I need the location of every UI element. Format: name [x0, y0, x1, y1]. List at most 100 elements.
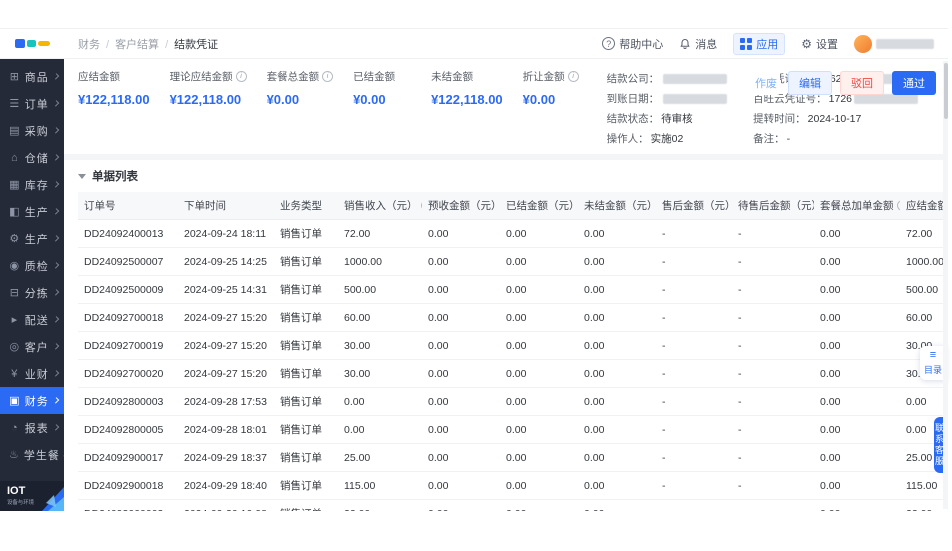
summary-card-label: 套餐总金额	[267, 69, 320, 84]
column-label: 下单时间	[184, 198, 226, 213]
document-list-header[interactable]: 单据列表	[78, 168, 934, 184]
sidebar-item[interactable]: ▦ 库存	[0, 171, 64, 198]
sidebar-item-label: 采购	[25, 123, 49, 139]
sidebar-item[interactable]: ◔ 报表	[0, 414, 64, 441]
sidebar-item[interactable]: ¥ 业财	[0, 360, 64, 387]
table-row[interactable]: DD24092700018 2024-09-27 15:20 销售订单 60.0…	[78, 304, 948, 332]
approve-button[interactable]: 通过	[892, 71, 936, 95]
cell-order-no[interactable]: DD24092900017	[78, 444, 178, 472]
cell-aftersale: -	[656, 220, 732, 248]
breadcrumb-voucher: 结款凭证	[159, 36, 218, 52]
cell-order-no[interactable]: DD24092900018	[78, 472, 178, 500]
messages-button[interactable]: 消息	[679, 36, 717, 52]
detail-row: 到账日期：	[607, 91, 728, 106]
column-label: 应结金额	[906, 198, 948, 213]
cell-order-no[interactable]: DD24093000003	[78, 500, 178, 512]
sidebar-item-icon: ⚙	[9, 232, 20, 245]
chevron-right-icon	[53, 127, 60, 134]
info-icon[interactable]	[568, 71, 579, 82]
sidebar-item[interactable]: ▣ 财务	[0, 387, 64, 414]
edit-button[interactable]: 编辑	[788, 71, 832, 95]
breadcrumb-finance[interactable]: 财务	[78, 36, 100, 52]
reject-button[interactable]: 驳回	[840, 71, 884, 95]
sidebar-item[interactable]: ⌂ 仓储	[0, 144, 64, 171]
sidebar-item[interactable]: ☰ 订单	[0, 90, 64, 117]
table-row[interactable]: DD24092400013 2024-09-24 18:11 销售订单 72.0…	[78, 220, 948, 248]
sidebar-item[interactable]: ▤ 采购	[0, 117, 64, 144]
vertical-scrollbar[interactable]	[943, 61, 948, 509]
table-row[interactable]: DD24092700020 2024-09-27 15:20 销售订单 30.0…	[78, 360, 948, 388]
sidebar-item[interactable]: ◎ 客户	[0, 333, 64, 360]
sidebar-item[interactable]: ⊞ 商品	[0, 63, 64, 90]
info-icon[interactable]	[322, 71, 333, 82]
cell-order-no[interactable]: DD24092400013	[78, 220, 178, 248]
cell-order-no[interactable]: DD24092500009	[78, 276, 178, 304]
messages-label: 消息	[695, 36, 717, 52]
logo-block-teal	[27, 40, 36, 47]
iot-logo-graphic	[34, 481, 64, 511]
cell-business-type: 销售订单	[274, 276, 338, 304]
table-row[interactable]: DD24092900018 2024-09-29 18:40 销售订单 115.…	[78, 472, 948, 500]
sidebar-item[interactable]: ◧ 生产	[0, 198, 64, 225]
table-row[interactable]: DD24092500007 2024-09-25 14:25 销售订单 1000…	[78, 248, 948, 276]
sidebar-item-label: 分拣	[25, 285, 49, 301]
cell-prepaid: 0.00	[422, 360, 500, 388]
table-column-header: 售后金额（元）	[656, 192, 732, 220]
sidebar-item-icon: ◧	[9, 205, 20, 218]
cell-sales-income: 1000.00	[338, 248, 422, 276]
cell-sales-income: 72.00	[338, 220, 422, 248]
table-row[interactable]: DD24092500009 2024-09-25 14:31 销售订单 500.…	[78, 276, 948, 304]
summary-card-value: ¥0.00	[353, 92, 411, 107]
app-logo[interactable]	[0, 39, 64, 48]
sidebar-item-label: 财务	[25, 393, 49, 409]
cell-settled: 0.00	[500, 388, 578, 416]
settings-button[interactable]: ⚙ 设置	[801, 36, 838, 52]
info-icon[interactable]	[897, 200, 901, 211]
table-row[interactable]: DD24092900017 2024-09-29 18:37 销售订单 25.0…	[78, 444, 948, 472]
cell-order-no[interactable]: DD24092800003	[78, 388, 178, 416]
sidebar-item[interactable]: ⚙ 生产	[0, 225, 64, 252]
table-row[interactable]: DD24093000003 2024-09-30 10:08 销售订单 22.0…	[78, 500, 948, 512]
orders-table: 订单号 下单时间	[78, 192, 948, 511]
cell-due-amount: 0.00	[900, 388, 948, 416]
cell-pending-aftersale: -	[732, 360, 814, 388]
cell-addon-amount: 0.00	[814, 304, 900, 332]
cell-unsettled: 0.00	[578, 360, 656, 388]
sidebar-item-icon: ◉	[9, 259, 20, 272]
gear-icon: ⚙	[801, 37, 812, 51]
cell-aftersale: -	[656, 276, 732, 304]
help-center-button[interactable]: 帮助中心	[602, 36, 663, 52]
void-button[interactable]: 作废	[752, 71, 780, 95]
scrollbar-thumb[interactable]	[944, 63, 948, 119]
cell-order-no[interactable]: DD24092500007	[78, 248, 178, 276]
iot-logo-title: IOT	[7, 486, 37, 497]
info-icon[interactable]	[236, 71, 247, 82]
detail-row: 结款状态： 待审核	[607, 111, 728, 126]
cell-order-no[interactable]: DD24092700019	[78, 332, 178, 360]
cell-pending-aftersale: -	[732, 276, 814, 304]
table-row[interactable]: DD24092800003 2024-09-28 17:53 销售订单 0.00…	[78, 388, 948, 416]
table-row[interactable]: DD24092700019 2024-09-27 15:20 销售订单 30.0…	[78, 332, 948, 360]
sidebar-logo-iot: IOT 设备与环境	[0, 481, 64, 511]
apps-button[interactable]: 应用	[733, 33, 785, 55]
chevron-right-icon	[53, 397, 60, 404]
cell-pending-aftersale: -	[732, 444, 814, 472]
cell-order-no[interactable]: DD24092800005	[78, 416, 178, 444]
catalog-label: 目录	[922, 363, 944, 376]
breadcrumb-customer-settlement[interactable]: 客户结算	[100, 36, 159, 52]
table-row[interactable]: DD24092800005 2024-09-28 18:01 销售订单 0.00…	[78, 416, 948, 444]
sidebar-item[interactable]: ▸ 配送	[0, 306, 64, 333]
sidebar-item[interactable]: ⊟ 分拣	[0, 279, 64, 306]
sidebar-item[interactable]: ◉ 质检	[0, 252, 64, 279]
cell-order-no[interactable]: DD24092700020	[78, 360, 178, 388]
cell-due-amount: 72.00	[900, 220, 948, 248]
cell-prepaid: 0.00	[422, 304, 500, 332]
document-list-title: 单据列表	[92, 168, 138, 184]
cell-order-no[interactable]: DD24092700018	[78, 304, 178, 332]
sidebar-item[interactable]: ♨ 学生餐	[0, 441, 64, 468]
chevron-right-icon	[53, 208, 60, 215]
user-account[interactable]	[854, 35, 934, 53]
table-column-header: 预收金额（元）	[422, 192, 500, 220]
summary-card-value: ¥122,118.00	[431, 92, 503, 107]
chevron-right-icon	[53, 100, 60, 107]
